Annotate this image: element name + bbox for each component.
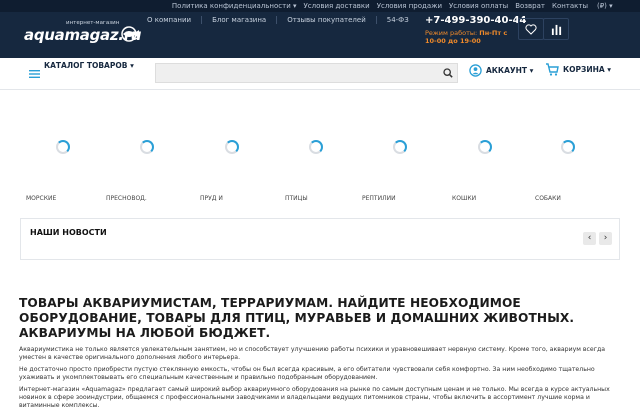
fish-logo-icon	[121, 26, 139, 42]
site-logo[interactable]: интернет-магазин aquamagaz.ru	[24, 20, 144, 46]
seo-heading: ТОВАРЫ АКВАРИУМИСТАМ, ТЕРРАРИУМАМ. НАЙДИ…	[19, 296, 575, 340]
category-freshwater[interactable]: ПРЕСНОВОД.	[106, 195, 147, 202]
fz54-link[interactable]: 54-ФЗ	[387, 16, 419, 24]
main-navbar: КАТАЛОГ ТОВАРОВ ▾ АККАУНТ ▾ КОРЗИНА ▾	[0, 58, 640, 90]
category-cats[interactable]: КОШКИ	[452, 195, 476, 202]
account-label: АККАУНТ ▾	[486, 66, 534, 75]
loading-spinner	[140, 140, 154, 154]
site-header: Политика конфиденциальности ▾ Условия до…	[0, 0, 640, 58]
category-reptiles[interactable]: РЕПТИЛИИ	[362, 195, 396, 202]
search-input[interactable]	[155, 63, 458, 83]
seo-paragraph: Не достаточно просто приобрести пустую с…	[19, 366, 595, 381]
category-birds[interactable]: ПТИЦЫ	[285, 195, 308, 202]
loading-spinner	[309, 140, 323, 154]
news-next-button[interactable]: ›	[599, 232, 612, 245]
top-links: Политика конфиденциальности ▾ Условия до…	[172, 1, 588, 11]
category-marine[interactable]: МОРСКИЕ	[26, 195, 56, 202]
bar-chart-icon	[551, 24, 561, 35]
category-dogs[interactable]: СОБАКИ	[535, 195, 561, 202]
currency-selector[interactable]: (₽) ▾	[597, 1, 613, 11]
top-bar: Политика конфиденциальности ▾ Условия до…	[0, 0, 640, 12]
compare-button[interactable]	[543, 18, 569, 40]
cart-menu[interactable]: КОРЗИНА ▾	[545, 63, 611, 76]
loading-spinner	[56, 140, 70, 154]
loading-spinner	[478, 140, 492, 154]
payment-terms-link[interactable]: Условия оплаты	[449, 1, 508, 11]
hours-prefix: Режим работы:	[425, 29, 480, 37]
menu-icon[interactable]	[29, 70, 40, 78]
category-pond[interactable]: ПРУД И	[200, 195, 223, 202]
cart-icon	[546, 63, 559, 76]
seo-text-block: ТОВАРЫ АКВАРИУМИСТАМ, ТЕРРАРИУМАМ. НАЙДИ…	[19, 296, 619, 409]
loading-spinner	[561, 140, 575, 154]
wishlist-button[interactable]	[518, 18, 544, 40]
blog-link[interactable]: Блог магазина	[212, 16, 278, 24]
news-prev-button[interactable]: ‹	[583, 232, 596, 245]
working-hours: Режим работы: Пн-Пт с 10-00 до 19-00	[425, 29, 520, 45]
privacy-link[interactable]: Политика конфиденциальности ▾	[172, 1, 297, 11]
catalog-menu-button[interactable]: КАТАЛОГ ТОВАРОВ ▾	[44, 61, 134, 70]
account-menu[interactable]: АККАУНТ ▾	[469, 64, 533, 77]
about-link[interactable]: О компании	[147, 16, 203, 24]
news-title: НАШИ НОВОСТИ	[30, 228, 107, 237]
seo-paragraph: Интернет-магазин «Aquamagaz» предлагает …	[19, 386, 610, 409]
loading-spinner	[393, 140, 407, 154]
reviews-link[interactable]: Отзывы покупателей	[287, 16, 377, 24]
header-nav: О компании Блог магазина Отзывы покупате…	[147, 16, 419, 24]
seo-paragraph: Аквариумистика не только является увлека…	[19, 346, 606, 361]
category-carousel: МОРСКИЕ ПРЕСНОВОД. ПРУД И ПТИЦЫ РЕПТИЛИИ…	[20, 100, 620, 202]
search-icon[interactable]	[443, 68, 453, 78]
news-section: НАШИ НОВОСТИ ‹ ›	[20, 218, 620, 260]
cart-label: КОРЗИНА ▾	[563, 65, 612, 74]
return-link[interactable]: Возврат	[515, 1, 545, 11]
delivery-link[interactable]: Условия доставки	[303, 1, 369, 11]
user-icon	[469, 64, 482, 77]
sale-terms-link[interactable]: Условия продажи	[377, 1, 442, 11]
loading-spinner	[225, 140, 239, 154]
heart-icon	[525, 23, 537, 35]
contacts-link[interactable]: Контакты	[552, 1, 588, 11]
phone-number[interactable]: +7-499-390-40-44	[425, 15, 527, 26]
